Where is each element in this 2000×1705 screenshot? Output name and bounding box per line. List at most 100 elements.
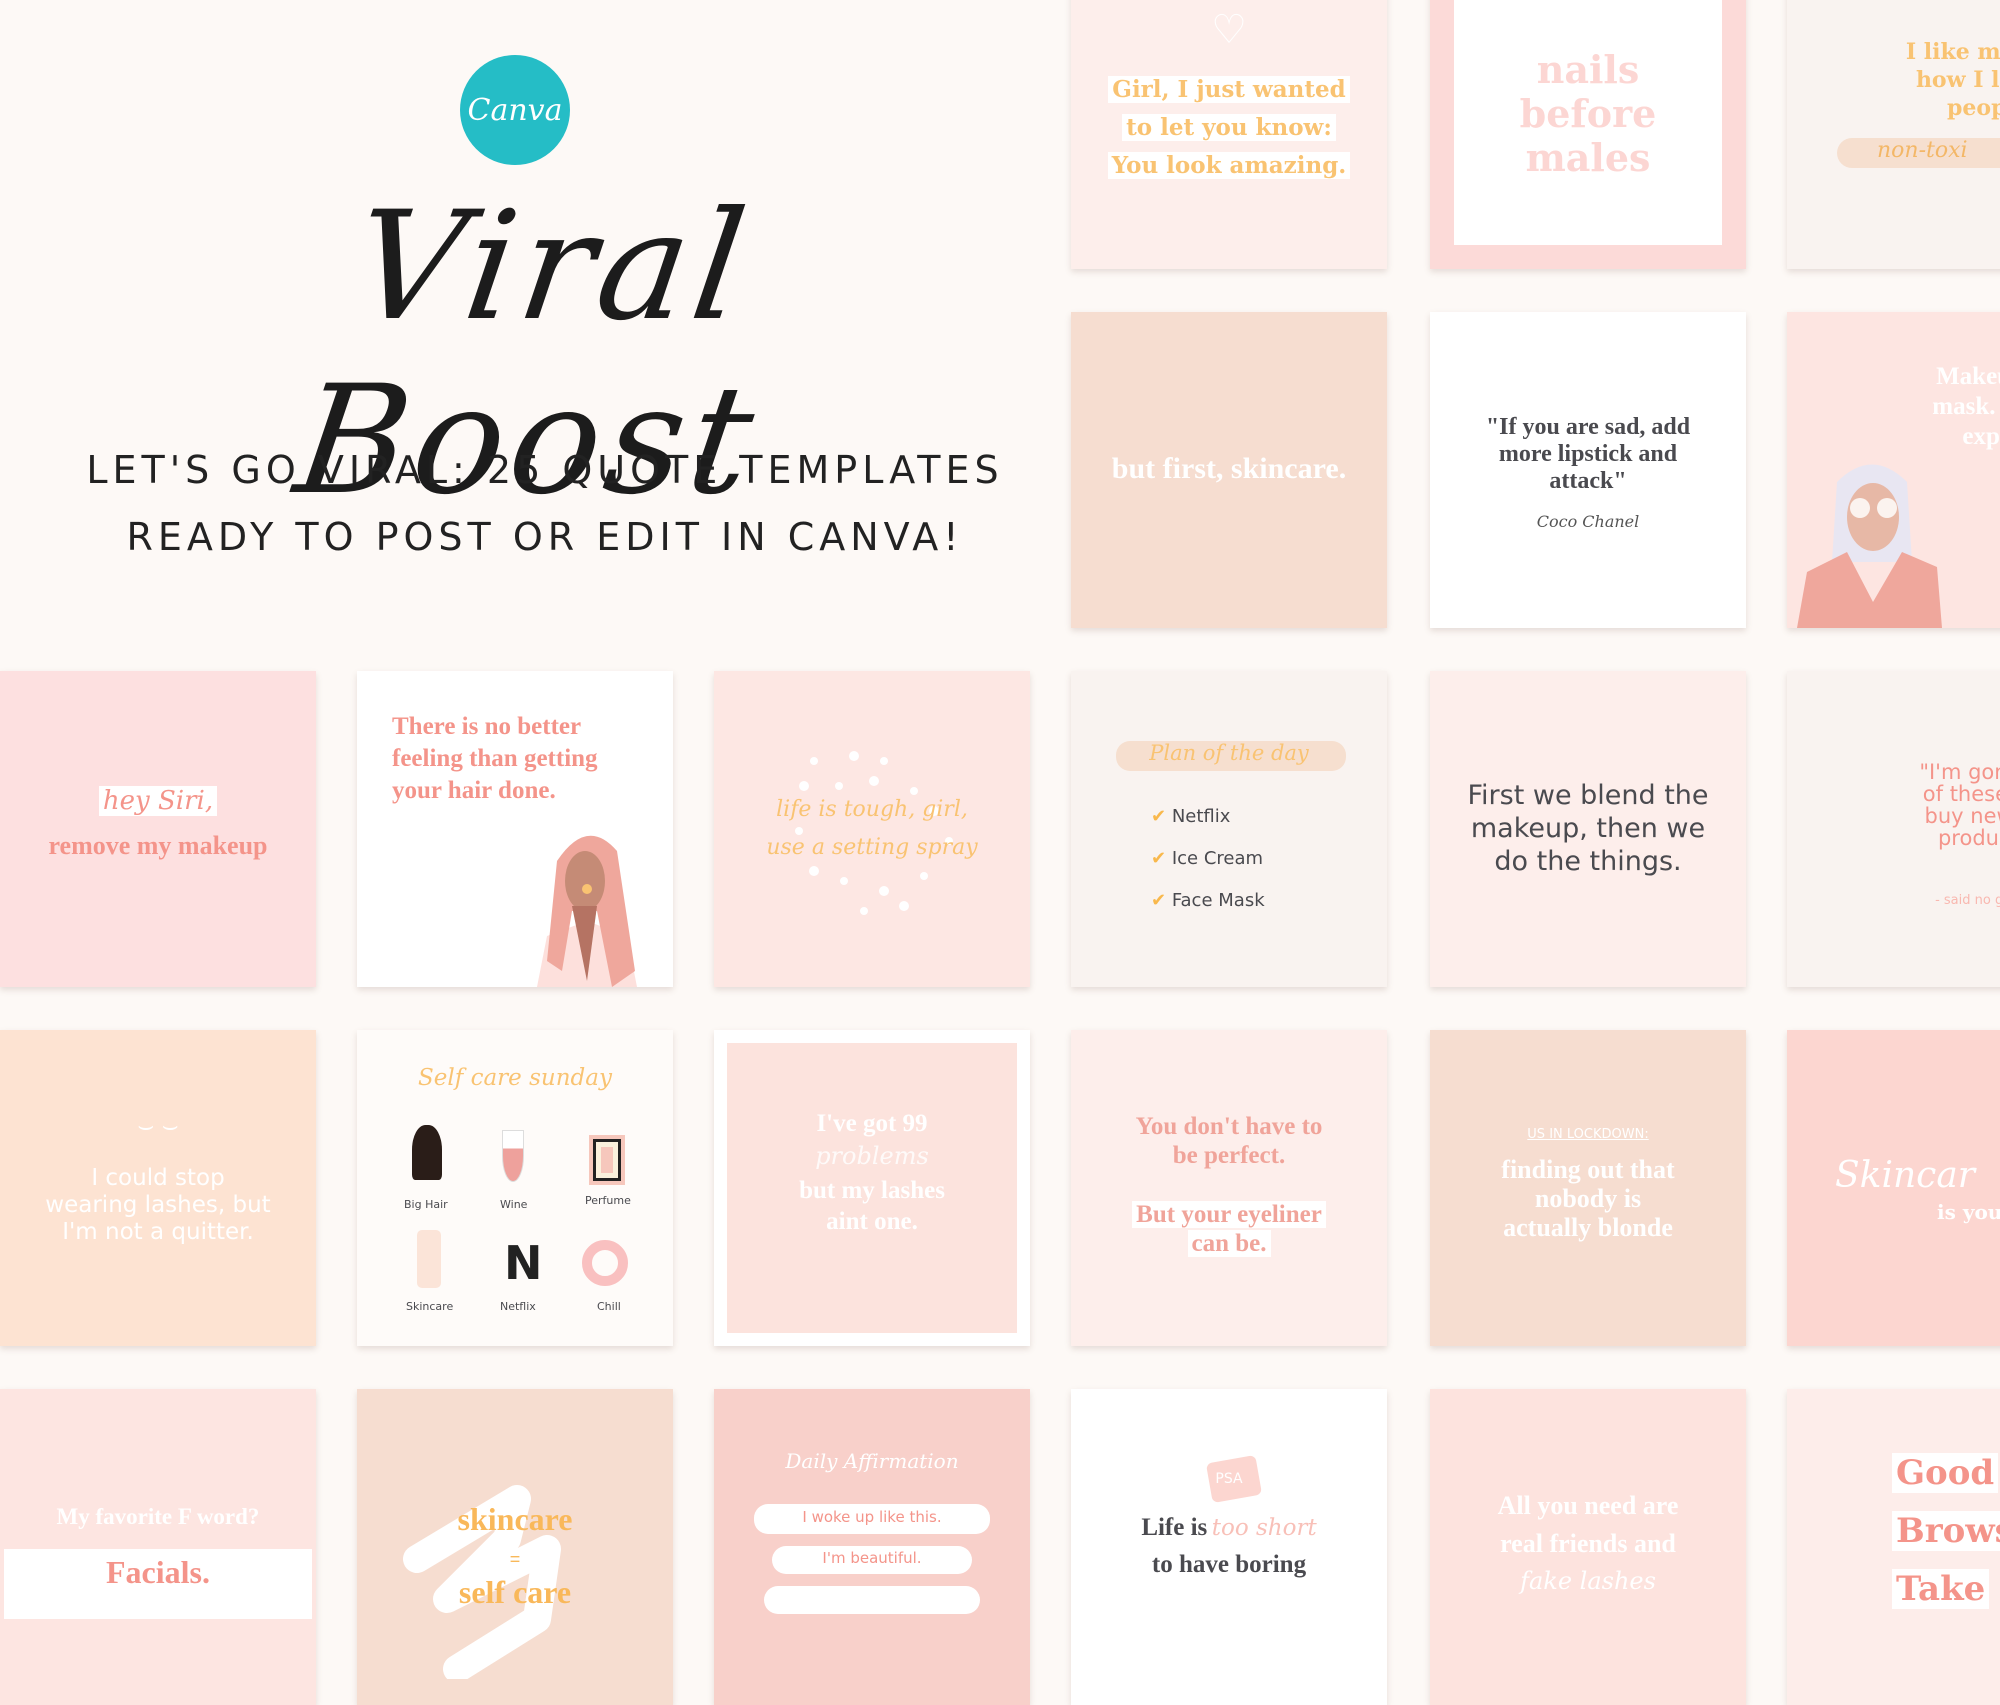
equals-sign: =: [509, 1549, 521, 1569]
quote-line: feeling than getting: [392, 745, 598, 772]
quote-line: I like my prod: [1905, 39, 2000, 65]
checkmark-icon: ✔: [1151, 848, 1167, 869]
big-hair-icon: [412, 1125, 442, 1180]
checkmark-icon: ✔: [1151, 806, 1167, 827]
quote-line: But your eyeliner: [1132, 1201, 1326, 1228]
template-tile-hair-done[interactable]: There is no better feeling than getting …: [357, 671, 673, 987]
quote-line: to let you know:: [1122, 114, 1336, 141]
template-tile-friends[interactable]: All you need are real friends and fake l…: [1430, 1389, 1746, 1705]
quote-line: I've got 99: [816, 1110, 928, 1137]
quote-line: First we blend the: [1467, 780, 1709, 811]
quote-line: can be.: [1187, 1230, 1271, 1257]
template-tile-nails[interactable]: nails before males: [1430, 0, 1746, 269]
template-tile-affirmation[interactable]: Daily Affirmation I woke up like this. I…: [714, 1389, 1030, 1705]
affirmation-title: Daily Affirmation: [785, 1449, 959, 1473]
template-tile-self-care-sunday[interactable]: Self care sunday N Big Hair Wine Perfume…: [357, 1030, 673, 1346]
heart-icon: ♡: [1211, 8, 1247, 52]
template-tile-siri[interactable]: hey Siri, remove my makeup: [0, 671, 316, 987]
template-tile-gonna-use[interactable]: "I'm gonna us of these befo buy new bea …: [1787, 671, 2000, 987]
quote-script: problems: [815, 1142, 929, 1170]
template-tile-makeup-mask[interactable]: Makeup is mask. Mak expre: [1787, 312, 2000, 628]
quote-line: your hair done.: [392, 777, 556, 804]
quote-attribution: - said no girl ever: [1935, 893, 2000, 908]
template-tile-f-word[interactable]: My favorite F word? Facials.: [0, 1389, 316, 1705]
template-tile-skincare-is[interactable]: Skincar is you: [1787, 1030, 2000, 1346]
item-label: Perfume: [585, 1194, 631, 1207]
quote-line: more lipstick and: [1498, 441, 1678, 467]
quote-line: buy new bea: [1924, 804, 2000, 828]
quote-line: real friends and: [1500, 1529, 1676, 1558]
quote-line: I could stop: [91, 1165, 225, 1191]
skincare-bottle-icon: [417, 1230, 441, 1288]
quote-line: Life is: [1141, 1514, 1208, 1541]
template-tile-psa[interactable]: PSA Life is too short to have boring: [1071, 1389, 1387, 1705]
canva-logo-text: Canva: [467, 92, 563, 128]
quote-text: remove my makeup: [48, 831, 268, 860]
perfume-icon: [589, 1135, 625, 1185]
quote-line: expre: [1962, 423, 2000, 450]
quote-line: You look amazing.: [1107, 152, 1351, 179]
item-label: Wine: [500, 1198, 528, 1211]
quote-script: Skincar: [1835, 1155, 1976, 1196]
template-tile-lashes-quitter[interactable]: ⌣ ⌣ I could stop wearing lashes, but I'm…: [0, 1030, 316, 1346]
plan-title: Plan of the day: [1149, 741, 1309, 765]
template-tile-blend[interactable]: First we blend the makeup, then we do th…: [1430, 671, 1746, 987]
quote-text: but first, skincare.: [1111, 452, 1347, 485]
quote-line: actually blonde: [1503, 1213, 1673, 1242]
template-tile-products[interactable]: I like my prod how I like m people: non-…: [1787, 0, 2000, 269]
template-tile-perfect[interactable]: You don't have to be perfect. But your e…: [1071, 1030, 1387, 1346]
quote-top: skincare: [457, 1501, 573, 1537]
item-label: Netflix: [500, 1300, 536, 1313]
quote-line: "If you are sad, add: [1485, 414, 1691, 440]
template-tile-lockdown[interactable]: US IN LOCKDOWN: finding out that nobody …: [1430, 1030, 1746, 1346]
template-tile-skincare-eq[interactable]: skincare = self care: [357, 1389, 673, 1705]
quote-line: how I like m: [1915, 67, 2000, 93]
woman-sunglasses-illustration: [1797, 464, 1942, 628]
quote-line: Take: [1892, 1569, 1990, 1609]
quote-line: nails: [1536, 47, 1640, 92]
netflix-icon: N: [504, 1236, 543, 1290]
template-tile-good-brows[interactable]: Good Brows Take: [1787, 1389, 2000, 1705]
checklist-label: Face Mask: [1171, 890, 1265, 911]
quote-line: do the things.: [1494, 846, 1682, 877]
template-tile-chanel[interactable]: "If you are sad, add more lipstick and a…: [1430, 312, 1746, 628]
checklist-item-face-mask[interactable]: ✔ Face Mask: [1151, 880, 1265, 922]
quote-line: All you need are: [1497, 1491, 1679, 1520]
quote-author: Coco Chanel: [1536, 512, 1640, 531]
checkmark-icon: ✔: [1151, 890, 1167, 911]
template-tile-skincare-first[interactable]: but first, skincare.: [1071, 312, 1387, 628]
affirmation-item: I woke up like this.: [802, 1508, 942, 1526]
template-tile-girl-amazing[interactable]: ♡ Girl, I just wanted to let you know: Y…: [1071, 0, 1387, 269]
self-care-title: Self care sunday: [418, 1065, 612, 1091]
quote-line: Girl, I just wanted: [1108, 76, 1350, 103]
affirmation-item: I'm beautiful.: [822, 1549, 922, 1567]
quote-line: before: [1519, 91, 1657, 136]
quote-text: is you: [1937, 1200, 2000, 1224]
quote-script: non-toxi: [1877, 138, 1968, 163]
quote-bottom: self care: [458, 1574, 572, 1610]
quote-line: use a setting spray: [766, 835, 978, 860]
quote-line: males: [1525, 135, 1651, 180]
wine-icon: [502, 1130, 524, 1182]
hero-subtitle-line2: READY TO POST OR EDIT IN CANVA!: [126, 515, 964, 559]
scrunchie-icon: [582, 1240, 628, 1286]
item-label: Big Hair: [404, 1198, 448, 1211]
quote-line: life is tough, girl,: [776, 797, 968, 822]
checklist-label: Ice Cream: [1171, 848, 1264, 869]
item-label: Chill: [597, 1300, 621, 1313]
quote-line: "I'm gonna us: [1919, 760, 2000, 784]
template-tile-problems[interactable]: I've got 99 problems but my lashes aint …: [714, 1030, 1030, 1346]
checklist-item-netflix[interactable]: ✔ Netflix: [1151, 796, 1265, 838]
quote-line: I'm not a quitter.: [62, 1219, 254, 1245]
quote-script: too short: [1211, 1515, 1317, 1541]
quote-line: products.": [1937, 826, 2000, 850]
quote-line: Makeup is: [1936, 363, 2000, 390]
checklist-item-ice-cream[interactable]: ✔ Ice Cream: [1151, 838, 1265, 880]
quote-line: be perfect.: [1172, 1142, 1286, 1169]
psa-badge: PSA: [1215, 1471, 1243, 1487]
quote-line: people:: [1947, 95, 2000, 121]
template-tile-life-tough[interactable]: life is tough, girl, use a setting spray: [714, 671, 1030, 987]
quote-line: Good: [1892, 1453, 1999, 1493]
quote-line: of these befo: [1922, 782, 2000, 806]
template-tile-plan-day[interactable]: Plan of the day ✔ Netflix ✔ Ice Cream ✔ …: [1071, 671, 1387, 987]
